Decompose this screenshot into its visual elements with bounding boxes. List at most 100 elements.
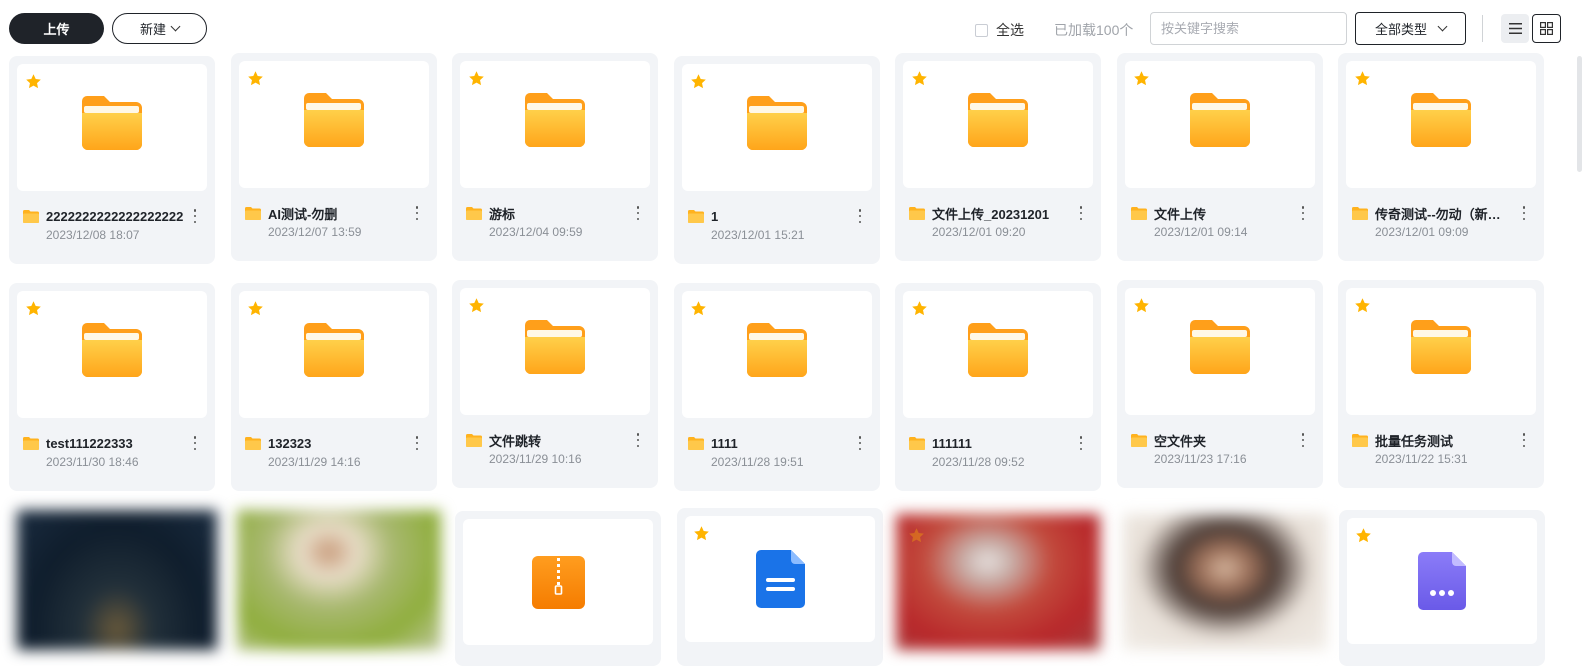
chevron-down-icon (1437, 21, 1448, 32)
folder-card[interactable]: 传奇测试--勿动（新建） 2023/12/01 09:09 (1338, 53, 1544, 261)
star-icon[interactable] (468, 297, 485, 314)
star-icon[interactable] (911, 70, 928, 87)
folder-date: 2023/12/01 09:14 (1154, 225, 1248, 239)
folder-card[interactable]: 文件跳转 2023/11/29 10:16 (452, 280, 658, 488)
more-options-icon[interactable] (858, 209, 862, 223)
more-options-icon[interactable] (1522, 433, 1526, 447)
star-icon[interactable] (1354, 70, 1371, 87)
folder-name: 132323 (268, 435, 312, 451)
star-icon[interactable] (468, 70, 485, 87)
star-icon[interactable] (247, 70, 264, 87)
star-icon[interactable] (690, 300, 707, 317)
folder-name: 游标 (489, 206, 516, 222)
small-folder-icon (909, 436, 925, 450)
folder-date: 2023/11/28 19:51 (711, 455, 804, 469)
folder-icon (968, 323, 1028, 382)
folder-card[interactable]: 1 2023/12/01 15:21 (674, 56, 880, 264)
file-card-photo[interactable] (1117, 510, 1327, 666)
file-card-photo[interactable] (9, 508, 217, 666)
file-card-archive[interactable] (455, 511, 661, 666)
more-options-icon[interactable] (415, 436, 419, 450)
folder-card[interactable]: 132323 2023/11/29 14:16 (231, 283, 437, 491)
more-options-icon[interactable] (636, 206, 640, 220)
folder-thumbnail (17, 291, 207, 418)
list-view-button[interactable] (1501, 14, 1529, 43)
folder-icon (1411, 93, 1471, 152)
star-icon[interactable] (690, 73, 707, 90)
photo-thumbnail (1123, 514, 1327, 650)
file-card-other[interactable] (1339, 510, 1545, 666)
star-icon[interactable] (1133, 297, 1150, 314)
folder-thumbnail (460, 61, 650, 188)
star-icon[interactable] (911, 300, 928, 317)
file-card-photo[interactable] (231, 508, 441, 666)
more-options-icon[interactable] (415, 206, 419, 220)
small-folder-icon (245, 436, 261, 450)
folder-icon (304, 323, 364, 382)
folder-card[interactable]: 空文件夹 2023/11/23 17:16 (1117, 280, 1323, 488)
more-options-icon[interactable] (1522, 206, 1526, 220)
small-folder-icon (466, 206, 482, 220)
small-folder-icon (1352, 433, 1368, 447)
more-options-icon[interactable] (858, 436, 862, 450)
folder-card[interactable]: 文件上传_20231201 2023/12/01 09:20 (895, 53, 1101, 261)
more-options-icon[interactable] (1079, 206, 1083, 220)
folder-card[interactable]: 2222222222222222222 2023/12/08 18:07 (9, 56, 215, 264)
folder-icon (1190, 93, 1250, 152)
search-input[interactable] (1150, 12, 1347, 45)
folder-name-row: 文件跳转 (466, 431, 652, 449)
select-all[interactable]: 全选 (975, 20, 1024, 40)
folder-name-row: 传奇测试--勿动（新建） (1352, 204, 1538, 222)
more-options-icon[interactable] (1301, 206, 1305, 220)
more-options-icon[interactable] (193, 209, 197, 223)
more-options-icon[interactable] (193, 436, 197, 450)
folder-icon (968, 93, 1028, 152)
small-folder-icon (1352, 206, 1368, 220)
folder-card[interactable]: test111222333 2023/11/30 18:46 (9, 283, 215, 491)
scrollbar[interactable] (1575, 56, 1585, 666)
folder-date: 2023/12/01 15:21 (711, 228, 805, 242)
chevron-down-icon (170, 21, 181, 32)
grid-view-button[interactable] (1532, 14, 1561, 43)
folder-card[interactable]: 111111 2023/11/28 09:52 (895, 283, 1101, 491)
folder-name: 2222222222222222222 (46, 208, 184, 224)
more-options-icon[interactable] (636, 433, 640, 447)
folder-card[interactable]: AI测试-勿删 2023/12/07 13:59 (231, 53, 437, 261)
folder-icon (82, 323, 142, 382)
folder-date: 2023/11/22 15:31 (1375, 452, 1468, 466)
folder-name: AI测试-勿删 (268, 206, 338, 222)
star-icon[interactable] (1355, 527, 1372, 544)
folder-card[interactable]: 文件上传 2023/12/01 09:14 (1117, 53, 1323, 261)
folder-card[interactable]: 游标 2023/12/04 09:59 (452, 53, 658, 261)
new-button[interactable]: 新建 (112, 13, 207, 44)
file-card-document[interactable] (677, 508, 883, 666)
more-options-icon[interactable] (1079, 436, 1083, 450)
file-card-photo[interactable] (892, 510, 1100, 666)
small-folder-icon (1131, 206, 1147, 220)
star-icon[interactable] (693, 525, 710, 542)
type-filter-select[interactable]: 全部类型 (1355, 12, 1466, 45)
small-folder-icon (909, 206, 925, 220)
more-options-icon[interactable] (1301, 433, 1305, 447)
star-icon[interactable] (25, 73, 42, 90)
upload-button[interactable]: 上传 (9, 13, 104, 44)
star-icon[interactable] (1133, 70, 1150, 87)
folder-date: 2023/11/30 18:46 (46, 455, 139, 469)
folder-date: 2023/12/01 09:20 (932, 225, 1026, 239)
folder-card[interactable]: 1111 2023/11/28 19:51 (674, 283, 880, 491)
folder-name-row: 游标 (466, 204, 652, 222)
select-all-checkbox[interactable] (975, 23, 988, 37)
star-icon[interactable] (1354, 297, 1371, 314)
folder-name-row: test111222333 (23, 434, 209, 452)
star-icon[interactable] (247, 300, 264, 317)
folder-thumbnail (460, 288, 650, 415)
toolbar: 上传 新建 全选 已加载100个 全部类型 (0, 0, 1585, 56)
folder-name: 1 (711, 208, 719, 224)
star-icon[interactable] (25, 300, 42, 317)
folder-thumbnail (1125, 61, 1315, 188)
photo-thumbnail (237, 510, 441, 650)
scrollbar-thumb[interactable] (1577, 56, 1582, 172)
folder-card[interactable]: 批量任务测试 2023/11/22 15:31 (1338, 280, 1544, 488)
folder-name: 1111 (711, 435, 738, 451)
star-icon[interactable] (908, 527, 925, 544)
